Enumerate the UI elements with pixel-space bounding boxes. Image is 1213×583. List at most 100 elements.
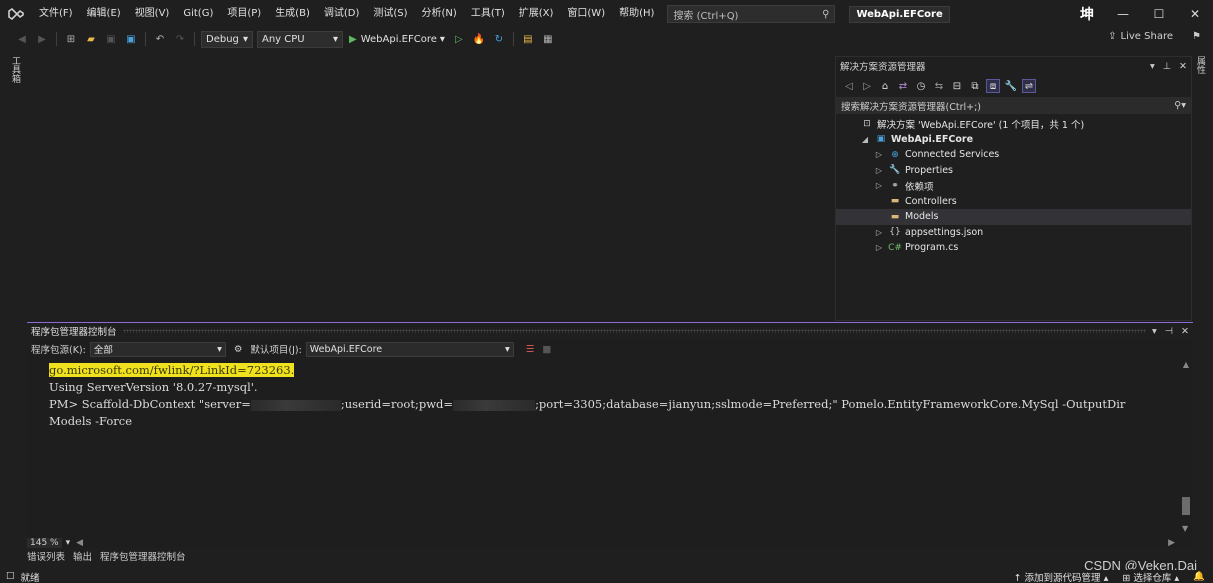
platform-select[interactable]: Any CPU ▾	[257, 30, 343, 48]
tree-item[interactable]: ▷ ⚭ 依赖项	[836, 178, 1191, 194]
expander-chevron-icon[interactable]: ▷	[874, 166, 884, 175]
close-icon[interactable]: ✕	[1181, 326, 1189, 337]
toolbox-tab[interactable]: 工具箱	[8, 56, 22, 83]
close-icon[interactable]: ✕	[1179, 61, 1187, 72]
zoom-level[interactable]: 145 %	[27, 537, 62, 548]
tab-package-manager-console[interactable]: 程序包管理器控制台	[100, 549, 186, 564]
tree-item[interactable]: ▬ Controllers	[836, 194, 1191, 210]
menu-test[interactable]: 测试(S)	[366, 0, 414, 28]
csharp-file-icon: C#	[888, 242, 902, 253]
connected-services-icon: ⊕	[891, 149, 899, 160]
chevron-down-icon[interactable]: ▾	[1152, 326, 1157, 337]
save-icon[interactable]: ▣	[103, 31, 119, 47]
start-debugging-button[interactable]: ▶ WebApi.EFCore ▾	[349, 34, 445, 45]
navigate-forward-icon[interactable]: ▶	[34, 31, 50, 47]
tree-item[interactable]: ▷ ⊕ Connected Services	[836, 147, 1191, 163]
save-all-icon[interactable]: ▣	[123, 31, 139, 47]
maximize-icon[interactable]: ☐	[1141, 7, 1177, 21]
menu-build[interactable]: 生成(B)	[268, 0, 317, 28]
pmc-footer: 145 % ▾ ◀ ▶	[27, 536, 1193, 549]
scroll-right-icon[interactable]: ▶	[1168, 538, 1175, 548]
new-project-icon[interactable]: ⊞	[63, 31, 79, 47]
feedback-icon[interactable]: ⚑	[1192, 31, 1201, 42]
menu-project[interactable]: 项目(P)	[220, 0, 268, 28]
solution-search-input[interactable]: 搜索解决方案资源管理器(Ctrl+;) ⚲▾	[836, 97, 1191, 114]
tree-item-label: Controllers	[905, 195, 957, 207]
menu-tools[interactable]: 工具(T)	[464, 0, 512, 28]
configuration-select[interactable]: Debug ▾	[201, 30, 253, 48]
main-toolbar: ◀ ▶ ⊞ ▰ ▣ ▣ ↶ ↷ Debug ▾ Any CPU ▾ ▶ WebApi…	[0, 28, 1213, 50]
live-share-button[interactable]: ⇪ Live Share	[1108, 31, 1173, 42]
refresh-icon[interactable]: ↻	[491, 31, 507, 47]
share-icon: ⇪	[1108, 31, 1117, 42]
close-icon[interactable]: ✕	[1177, 7, 1213, 21]
tree-item[interactable]: ◢ ▣ WebApi.EFCore	[836, 132, 1191, 148]
show-all-files-icon[interactable]: ⧉	[968, 79, 982, 93]
global-search-input[interactable]: 搜索 (Ctrl+Q) ⚲	[667, 5, 836, 23]
collapse-all-icon[interactable]: ⊟	[950, 79, 964, 93]
select-repo-button[interactable]: ⊞ 选择仓库 ▴	[1122, 570, 1179, 583]
sync-icon[interactable]: ⇆	[932, 79, 946, 93]
pin-icon[interactable]: ⊣	[1165, 326, 1173, 337]
default-project-value: WebApi.EFCore	[309, 343, 383, 355]
layout-icon[interactable]: ▦	[540, 31, 556, 47]
menu-debug[interactable]: 调试(D)	[317, 0, 367, 28]
scrollbar-thumb[interactable]	[1182, 497, 1190, 515]
hot-reload-icon[interactable]: 🔥	[471, 31, 487, 47]
menu-window[interactable]: 窗口(W)	[560, 0, 612, 28]
menu-file[interactable]: 文件(F)	[32, 0, 80, 28]
redo-icon[interactable]: ↷	[172, 31, 188, 47]
home-icon[interactable]: ⌂	[878, 79, 892, 93]
chevron-down-icon[interactable]: ▾	[1150, 61, 1155, 72]
menu-help[interactable]: 帮助(H)	[612, 0, 661, 28]
tree-item-label: 解决方案 'WebApi.EFCore' (1 个项目，共 1 个)	[877, 119, 1085, 131]
menu-view[interactable]: 视图(V)	[128, 0, 177, 28]
package-source-select[interactable]: 全部 ▾	[89, 341, 226, 357]
start-without-debugging-icon[interactable]: ▷	[451, 31, 467, 47]
stop-icon[interactable]: ■	[542, 344, 551, 355]
expander-chevron-icon[interactable]: ▷	[874, 181, 884, 190]
account-avatar[interactable]: 坤	[1080, 4, 1094, 24]
console-scrollbar[interactable]: ▲ ▼	[1179, 360, 1193, 535]
scroll-up-icon[interactable]: ▲	[1179, 360, 1193, 369]
tree-item[interactable]: ▷ 🔧 Properties	[836, 163, 1191, 179]
filter-icon[interactable]: ⧈	[986, 79, 1000, 93]
tab-error-list[interactable]: 错误列表	[27, 549, 65, 564]
back-icon[interactable]: ◁	[842, 79, 856, 93]
tree-item[interactable]: ▷ {} appsettings.json	[836, 225, 1191, 241]
tree-item[interactable]: ▷ C# Program.cs	[836, 240, 1191, 256]
navigate-back-icon[interactable]: ◀	[14, 31, 30, 47]
pending-changes-icon[interactable]: ◷	[914, 79, 928, 93]
tree-item[interactable]: ▬ Models	[836, 209, 1191, 225]
tree-item[interactable]: ⊡ 解决方案 'WebApi.EFCore' (1 个项目，共 1 个)	[836, 116, 1191, 132]
expander-chevron-icon[interactable]: ▷	[874, 243, 884, 252]
notifications-icon[interactable]: 🔔	[1193, 571, 1205, 582]
preview-icon[interactable]: ⇌	[1022, 79, 1036, 93]
browse-icon[interactable]: ▤	[520, 31, 536, 47]
add-source-control-button[interactable]: ↑ 添加到源代码管理 ▴	[1014, 570, 1109, 583]
undo-icon[interactable]: ↶	[152, 31, 168, 47]
settings-gear-icon[interactable]: ⚙	[234, 344, 243, 355]
menu-edit[interactable]: 编辑(E)	[80, 0, 128, 28]
tab-output[interactable]: 输出	[73, 549, 92, 564]
scroll-down-icon[interactable]: ▼	[1182, 524, 1188, 533]
scroll-left-icon[interactable]: ◀	[76, 538, 83, 548]
switch-views-icon[interactable]: ⇄	[896, 79, 910, 93]
menu-extensions[interactable]: 扩展(X)	[512, 0, 561, 28]
properties-tab[interactable]: 属性	[1193, 56, 1207, 74]
clear-console-icon[interactable]: ☰	[526, 344, 535, 355]
expander-chevron-icon[interactable]: ▷	[874, 150, 884, 159]
expander-chevron-icon[interactable]: ◢	[860, 135, 870, 144]
minimize-icon[interactable]: —	[1105, 7, 1141, 21]
pin-icon[interactable]: ⊥	[1163, 61, 1171, 72]
default-project-select[interactable]: WebApi.EFCore ▾	[305, 341, 514, 357]
console-output[interactable]: go.microsoft.com/fwlink/?LinkId=723263. …	[27, 360, 1177, 535]
console-link-line[interactable]: go.microsoft.com/fwlink/?LinkId=723263.	[49, 363, 295, 377]
menu-analyze[interactable]: 分析(N)	[415, 0, 464, 28]
expander-chevron-icon[interactable]: ▷	[874, 228, 884, 237]
open-folder-icon[interactable]: ▰	[83, 31, 99, 47]
properties-wrench-icon[interactable]: 🔧	[1004, 79, 1018, 93]
forward-icon[interactable]: ▷	[860, 79, 874, 93]
chevron-down-icon[interactable]: ▾	[66, 538, 71, 548]
menu-git[interactable]: Git(G)	[176, 0, 220, 28]
